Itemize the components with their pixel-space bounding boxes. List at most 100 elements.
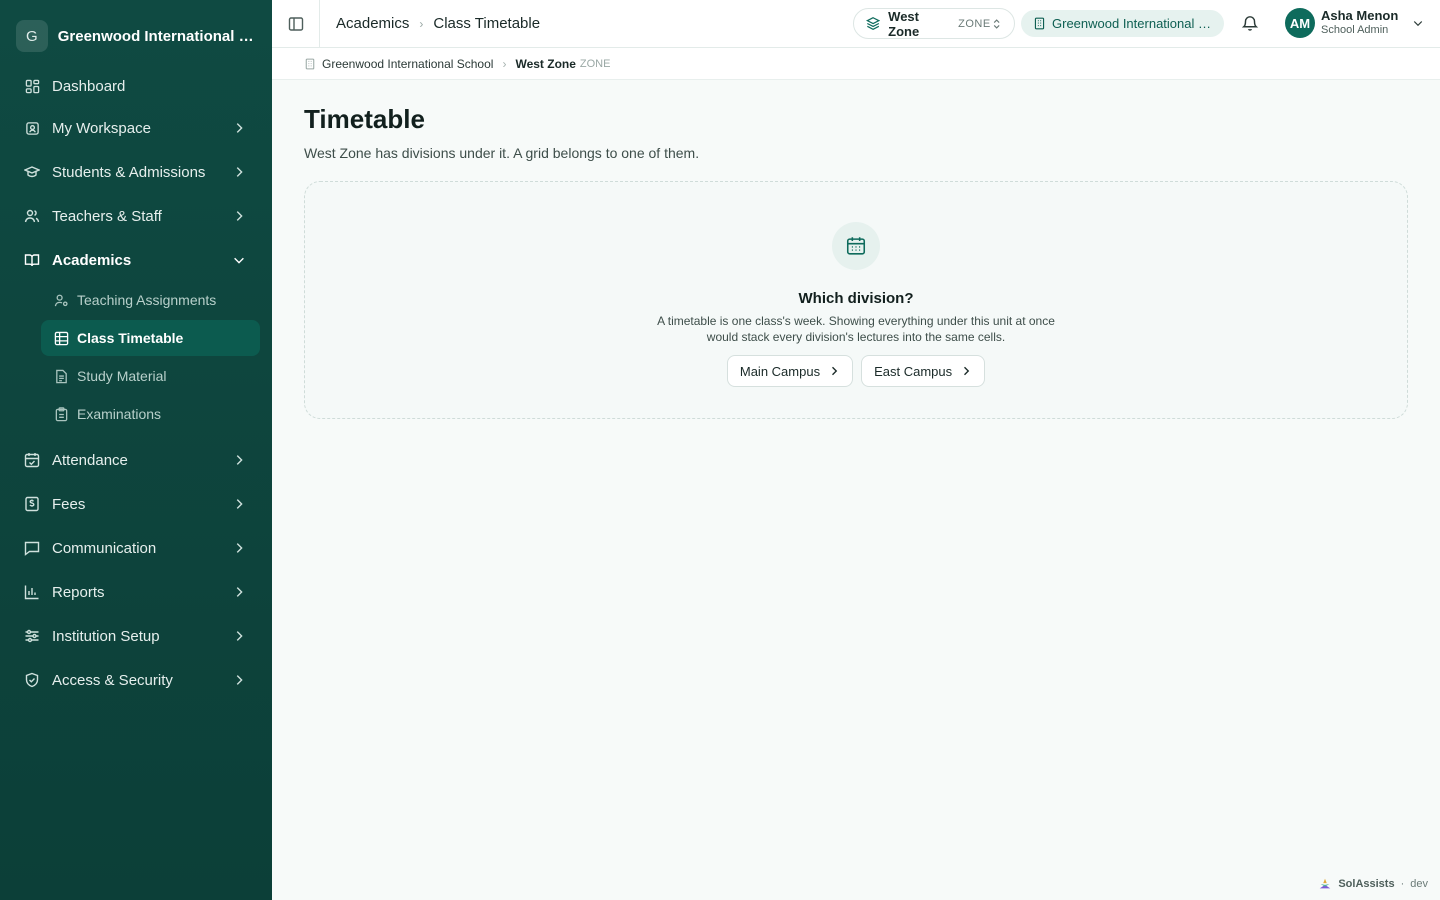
- sidebar-item-communication[interactable]: Communication: [12, 526, 260, 570]
- empty-state-text: A timetable is one class's week. Showing…: [657, 314, 1055, 344]
- graduation-cap-icon: [24, 164, 40, 180]
- topbar: Academics › Class Timetable West Zone ZO…: [272, 0, 1440, 48]
- receipt-icon: [24, 496, 40, 512]
- chevron-right-icon: [832, 366, 838, 376]
- scope-crumb-zone-tag: ZONE: [579, 57, 611, 70]
- chevron-right-icon: [236, 587, 243, 597]
- sidebar-item-label: Communication: [52, 539, 157, 557]
- sidebar-toggle-button[interactable]: [272, 0, 320, 48]
- message-square-icon: [24, 540, 40, 556]
- calendar-check-icon: [24, 452, 40, 468]
- division-choices: Main Campus East Campus: [726, 355, 986, 387]
- page-subtitle: West Zone has divisions under it. A grid…: [304, 145, 700, 161]
- sidebar-item-my-workspace[interactable]: My Workspace: [12, 106, 260, 150]
- scope-crumb-zone: West Zone: [515, 56, 576, 71]
- sidebar-toggle-icon: [288, 16, 303, 31]
- school-name: Greenwood International School: [1052, 16, 1212, 31]
- page-title: Timetable: [304, 104, 425, 134]
- building-icon: [305, 58, 315, 69]
- chevron-right-icon: [964, 366, 970, 376]
- crumb-academics[interactable]: Academics: [336, 15, 409, 32]
- book-open-icon: [24, 252, 40, 268]
- sidebar-item-teachers-staff[interactable]: Teachers & Staff: [12, 194, 260, 238]
- sidebar-item-teaching-assignments[interactable]: Teaching Assignments: [41, 282, 260, 318]
- grid-table-icon: [53, 330, 69, 346]
- building-icon: [1034, 17, 1045, 30]
- division-main-campus-button[interactable]: Main Campus: [726, 355, 854, 387]
- footer-env: dev: [1410, 878, 1428, 890]
- footer-badge: SolAssists · dev: [1318, 877, 1428, 891]
- sidebar-item-label: Fees: [52, 495, 86, 513]
- sidebar-item-label: Teaching Assignments: [77, 292, 217, 308]
- chevron-right-icon: [236, 631, 243, 641]
- chevron-right-icon: [236, 499, 243, 509]
- solassists-logo-icon: [1320, 878, 1331, 889]
- chevron-right-icon: [236, 123, 243, 133]
- division-east-campus-button[interactable]: East Campus: [861, 355, 986, 387]
- user-role: School Admin: [1321, 24, 1389, 36]
- sidebar-item-study-material[interactable]: Study Material: [41, 358, 260, 394]
- sidebar-item-label: Examinations: [77, 406, 162, 422]
- layers-icon: [866, 17, 881, 30]
- sidebar-item-label: Access & Security: [52, 671, 173, 689]
- sidebar-item-examinations[interactable]: Examinations: [41, 396, 260, 432]
- sidebar-item-label: Academics: [52, 251, 132, 269]
- clipboard-icon: [53, 406, 69, 422]
- sidebar-item-label: My Workspace: [52, 119, 151, 137]
- sidebar-item-attendance[interactable]: Attendance: [12, 438, 260, 482]
- sidebar-item-fees[interactable]: Fees: [12, 482, 260, 526]
- avatar: AM: [1285, 8, 1315, 38]
- empty-state-title: Which division?: [798, 290, 914, 307]
- sidebar-item-institution-setup[interactable]: Institution Setup: [12, 614, 260, 658]
- user-menu[interactable]: AM Asha Menon School Admin: [1285, 8, 1424, 38]
- zone-switcher[interactable]: West Zone ZONE: [853, 8, 1015, 39]
- academics-submenu: Teaching Assignments Class Timetable Stu…: [12, 282, 260, 438]
- sidebar-item-academics[interactable]: Academics: [12, 238, 260, 282]
- dashboard-icon: [24, 78, 40, 94]
- crumb-class-timetable: Class Timetable: [433, 15, 541, 32]
- sidebar-item-dashboard[interactable]: Dashboard: [12, 66, 260, 106]
- calendar-icon: [832, 222, 880, 270]
- chevron-down-icon: [1414, 21, 1423, 27]
- file-text-icon: [53, 368, 69, 384]
- brand-name: Greenwood International School: [57, 27, 256, 45]
- chevron-down-icon: [234, 257, 244, 264]
- sidebar-item-label: Attendance: [52, 451, 128, 469]
- sidebar-item-students-admissions[interactable]: Students & Admissions: [12, 150, 260, 194]
- chevron-right-icon: [236, 543, 243, 553]
- user-name: Asha Menon: [1321, 8, 1399, 23]
- sidebar-item-label: Study Material: [77, 368, 167, 384]
- bell-icon: [1241, 16, 1259, 31]
- footer-separator: ·: [1400, 878, 1405, 890]
- scope-breadcrumb: Greenwood International School › West Zo…: [272, 48, 1440, 80]
- sidebar-item-access-security[interactable]: Access & Security: [12, 658, 260, 702]
- sidebar: G Greenwood International School Dashboa…: [0, 0, 272, 900]
- shield-check-icon: [24, 672, 40, 688]
- sidebar-item-label: Institution Setup: [52, 627, 160, 645]
- chevron-right-icon: [236, 455, 243, 465]
- sidebar-item-label: Dashboard: [52, 77, 126, 95]
- sidebar-item-class-timetable[interactable]: Class Timetable: [41, 320, 260, 356]
- notifications-button[interactable]: [1241, 14, 1259, 37]
- chevron-right-icon: ›: [419, 16, 424, 31]
- division-picker-card: Which division? A timetable is one class…: [304, 181, 1408, 419]
- zone-tag: ZONE: [958, 17, 991, 30]
- sidebar-item-reports[interactable]: Reports: [12, 570, 260, 614]
- sidebar-item-label: Teachers & Staff: [52, 207, 162, 225]
- chevron-right-icon: [236, 211, 243, 221]
- workspace-icon: [24, 120, 40, 136]
- users-icon: [24, 208, 40, 224]
- sliders-icon: [24, 628, 40, 644]
- brand[interactable]: G Greenwood International School: [0, 0, 272, 72]
- sidebar-item-label: Reports: [52, 583, 105, 601]
- bar-chart-icon: [24, 584, 40, 600]
- footer-brand: SolAssists: [1338, 878, 1395, 890]
- chevrons-up-down-icon: [993, 18, 1000, 29]
- top-breadcrumb: Academics › Class Timetable: [336, 15, 540, 32]
- main-content: Timetable West Zone has divisions under …: [304, 104, 1408, 419]
- chevron-right-icon: ›: [502, 56, 507, 71]
- scope-crumb-school[interactable]: Greenwood International School: [322, 57, 493, 71]
- chevron-right-icon: [236, 675, 243, 685]
- school-selector[interactable]: Greenwood International School: [1021, 10, 1224, 37]
- zone-name: West Zone: [888, 8, 920, 39]
